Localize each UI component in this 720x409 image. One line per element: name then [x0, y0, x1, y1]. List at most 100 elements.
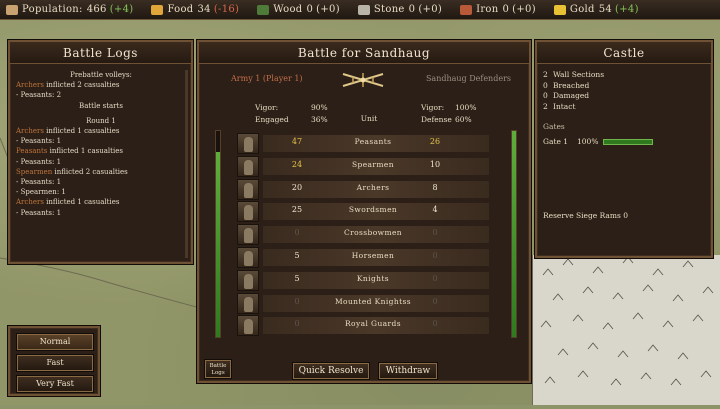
- resource-value: 466: [86, 4, 107, 15]
- battle-logs-title: Battle Logs: [10, 42, 191, 64]
- resource-food: Food 34 (-16): [151, 4, 239, 15]
- food-icon: [151, 4, 164, 15]
- defender-unit-count: 0: [432, 228, 438, 238]
- soldier-icon: [244, 159, 253, 175]
- unit-portrait: [237, 292, 259, 314]
- log-unit-name: Archers: [16, 127, 44, 136]
- wall-status-row: 0 Damaged: [543, 91, 707, 102]
- log-text: Prebattle volleys:: [70, 71, 132, 79]
- unit-name: Peasants: [354, 137, 392, 146]
- resource-delta: (+0): [418, 4, 443, 15]
- unit-name: Archers: [356, 182, 390, 192]
- attacker-unit-count: 20: [291, 182, 303, 192]
- defender-defense: 60%: [455, 115, 472, 124]
- log-text: - Peasants: 1: [16, 178, 62, 187]
- battle-logs-button[interactable]: Battle Logs: [205, 360, 231, 378]
- unit-row: 0 Mounted Knightss 0: [237, 292, 493, 315]
- log-unit-name: Peasants: [16, 147, 48, 156]
- unit-row: 0 Crossbowmen 0: [237, 223, 493, 246]
- log-line: - Peasants: 1: [16, 136, 186, 146]
- wall-label: Damaged: [553, 91, 590, 100]
- log-scrollbar[interactable]: [185, 70, 188, 258]
- log-text: inflicted 1 casualties: [43, 127, 120, 136]
- defender-vigor: 100%: [455, 103, 477, 112]
- attacker-stats: Vigor: 90% Engaged 36%: [255, 102, 328, 126]
- speed-fast-button[interactable]: Fast: [17, 355, 93, 371]
- unit-portrait: [237, 269, 259, 291]
- unit-portrait: [237, 178, 259, 200]
- iron-icon: [460, 4, 473, 15]
- unit-column-header: Unit: [360, 114, 378, 123]
- attacker-unit-count: 5: [294, 250, 300, 260]
- wall-status-list: 2 Wall Sections 0 Breached 0 Damaged 2 Intact: [543, 70, 707, 112]
- castle-title: Castle: [537, 42, 711, 64]
- resource-iron: Iron 0 (+0): [460, 4, 536, 15]
- attacker-army-name: Army 1 (Player 1): [231, 74, 303, 83]
- gate-name: Gate 1: [543, 136, 569, 146]
- unit-name: Knights: [356, 273, 390, 283]
- defender-unit-count: 0: [432, 319, 438, 329]
- wall-status-row: 2 Wall Sections: [543, 70, 707, 81]
- unit-row: 25 Swordsmen 4: [237, 200, 493, 223]
- vigor-label: Vigor:: [421, 103, 445, 112]
- unit-table: 47 Peasants 26 24 Spearmen 10 20 Archers 8 25 Swor…: [237, 132, 493, 337]
- resource-label: Population:: [22, 4, 83, 15]
- soldier-icon: [244, 296, 253, 312]
- resource-delta: (+0): [512, 4, 536, 15]
- log-line: Archers inflicted 1 casualties: [16, 197, 186, 207]
- log-line: Archers inflicted 2 casualties: [16, 80, 186, 90]
- unit-name: Crossbowmen: [343, 228, 403, 238]
- log-text: inflicted 1 casualties: [43, 198, 120, 207]
- resource-value: 0: [502, 4, 510, 15]
- unit-row: 47 Peasants 26: [237, 132, 493, 155]
- castle-panel: Castle 2 Wall Sections 0 Breached 0 Damaged 2 I…: [535, 40, 713, 258]
- resource-value: 0: [306, 4, 314, 15]
- speed-very-fast-button[interactable]: Very Fast: [17, 376, 93, 392]
- speed-panel: Normal Fast Very Fast: [8, 326, 100, 396]
- attacker-unit-count: 0: [294, 319, 300, 329]
- battle-logs-panel: Battle Logs Prebattle volleys: Archers in…: [8, 40, 193, 264]
- attacker-unit-count: 24: [291, 159, 303, 169]
- withdraw-button[interactable]: Withdraw: [379, 363, 437, 379]
- unit-portrait: [237, 224, 259, 246]
- resource-delta: (+4): [109, 4, 134, 15]
- mountain-terrain: [532, 255, 720, 405]
- crossed-swords-icon: [342, 73, 384, 87]
- unit-row: 0 Royal Guards 0: [237, 314, 493, 337]
- attacker-engaged: 36%: [311, 115, 328, 124]
- soldier-icon: [244, 137, 253, 152]
- vigor-label: Vigor:: [255, 103, 279, 112]
- unit-portrait: [237, 315, 259, 337]
- soldier-icon: [244, 205, 253, 221]
- resource-wood: Wood 0 (+0): [257, 4, 340, 15]
- attacker-health-bar: [215, 130, 221, 338]
- log-unit-name: Spearmen: [16, 167, 53, 176]
- battle-log-list[interactable]: Prebattle volleys: Archers inflicted 2 ca…: [16, 70, 186, 258]
- log-text: - Spearmen: 1: [16, 188, 66, 197]
- log-line: - Spearmen: 1: [16, 187, 186, 197]
- log-line: - Peasants: 2: [16, 90, 186, 100]
- wall-count: 2: [543, 70, 548, 79]
- resource-value: 0: [408, 4, 416, 15]
- soldier-icon: [244, 182, 253, 198]
- speed-normal-button[interactable]: Normal: [17, 334, 93, 350]
- resource-label: Wood: [273, 4, 303, 15]
- wall-status-row: 2 Intact: [543, 102, 707, 113]
- wall-label: Wall Sections: [553, 70, 605, 79]
- defender-unit-count: 0: [432, 296, 438, 306]
- defender-unit-count: 4: [432, 205, 438, 215]
- log-unit-name: Archers: [16, 198, 44, 207]
- log-line: Prebattle volleys:: [16, 70, 186, 80]
- log-text: - Peasants: 1: [16, 208, 62, 217]
- quick-resolve-button[interactable]: Quick Resolve: [293, 363, 369, 379]
- attacker-unit-count: 47: [291, 137, 303, 146]
- log-line: - Peasants: 1: [16, 208, 186, 218]
- wall-count: 0: [543, 91, 548, 100]
- defender-unit-count: 8: [432, 182, 438, 192]
- battle-title: Battle for Sandhaug: [199, 42, 529, 64]
- unit-portrait: [237, 155, 259, 177]
- log-text: - Peasants: 1: [16, 157, 62, 166]
- resource-gold: Gold 54 (+4): [553, 4, 639, 15]
- resource-population: Population: 466 (+4): [6, 4, 133, 15]
- log-line: Peasants inflicted 1 casualties: [16, 146, 186, 156]
